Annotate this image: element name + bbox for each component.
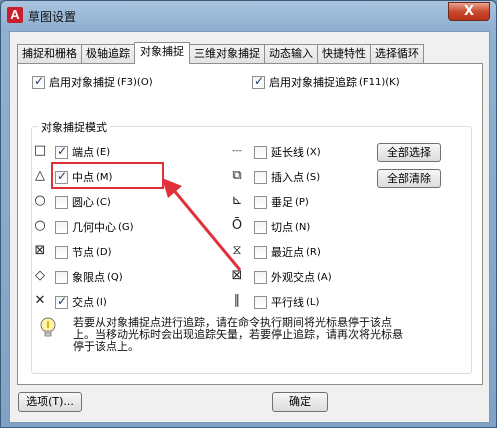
parallel-marker-icon: ∥ — [233, 293, 241, 308]
autocad-logo-icon: A — [7, 7, 23, 23]
lightbulb-icon — [40, 317, 56, 337]
close-button[interactable]: X — [448, 2, 490, 21]
window-title: 草图设置 — [28, 10, 77, 24]
center-label: 圆心 — [72, 196, 94, 209]
tab-strip: 捕捉和栅格 极轴追踪 对象捕捉 三维对象捕捉 动态输入 快捷特性 选择循环 — [17, 42, 424, 64]
dialog-window: A 草图设置 X 捕捉和栅格 极轴追踪 对象捕捉 三维对象捕捉 动态输入 快捷特… — [0, 0, 497, 428]
geometric-center-checkbox[interactable] — [55, 220, 68, 234]
geometric-center-label: 几何中心 — [72, 221, 116, 234]
mode-apparent-intersection[interactable]: 外观交点 (A) — [254, 269, 332, 285]
mode-nearest[interactable]: 最近点 (R) — [254, 244, 321, 260]
enable-osnap-option[interactable]: 启用对象捕捉 (F3)(O) — [32, 74, 153, 90]
nearest-label: 最近点 — [271, 246, 304, 259]
endpoint-checkbox[interactable] — [55, 144, 68, 159]
extension-label: 延长线 — [271, 146, 304, 159]
parallel-checkbox[interactable] — [254, 295, 267, 309]
enable-tracking-shortcut: (F11)(K) — [359, 76, 400, 88]
tangent-label: 切点 — [271, 221, 293, 234]
insertion-key: (S) — [306, 171, 321, 183]
mode-quadrant[interactable]: 象限点 (Q) — [55, 269, 123, 285]
nearest-checkbox[interactable] — [254, 245, 267, 259]
select-all-button[interactable]: 全部选择 — [377, 143, 441, 162]
tab-object-snap[interactable]: 对象捕捉 — [134, 42, 190, 64]
tab-dynamic-input[interactable]: 动态输入 — [264, 44, 318, 63]
clear-all-button[interactable]: 全部清除 — [377, 169, 441, 188]
center-checkbox[interactable] — [55, 195, 68, 209]
enable-tracking-option[interactable]: 启用对象捕捉追踪 (F11)(K) — [252, 74, 400, 90]
midpoint-highlight-box — [51, 162, 164, 189]
enable-osnap-shortcut: (F3)(O) — [117, 76, 153, 88]
tab-snap-grid[interactable]: 捕捉和栅格 — [17, 44, 82, 63]
mode-node[interactable]: 节点 (D) — [55, 244, 112, 260]
midpoint-marker-icon: △ — [35, 168, 45, 183]
mode-extension[interactable]: 延长线 (X) — [254, 144, 321, 160]
insertion-checkbox[interactable] — [254, 170, 267, 184]
apparent-intersection-label: 外观交点 — [271, 271, 315, 284]
quadrant-marker-icon: ◇ — [35, 268, 45, 283]
intersection-marker-icon: ✕ — [34, 293, 46, 308]
intersection-key: (I) — [96, 296, 107, 308]
tangent-checkbox[interactable] — [254, 220, 267, 234]
options-button[interactable]: 选项(T)... — [18, 392, 82, 412]
parallel-key: (L) — [306, 296, 320, 308]
extension-marker-icon: --- — [232, 146, 242, 156]
node-key: (D) — [96, 246, 112, 258]
endpoint-marker-icon: □ — [33, 143, 47, 158]
tangent-key: (N) — [295, 221, 311, 233]
mode-tangent[interactable]: 切点 (N) — [254, 219, 310, 235]
perpendicular-checkbox[interactable] — [254, 195, 267, 209]
perpendicular-label: 垂足 — [271, 196, 293, 209]
enable-osnap-label: 启用对象捕捉 — [49, 76, 115, 89]
quadrant-label: 象限点 — [72, 271, 105, 284]
insertion-label: 插入点 — [271, 171, 304, 184]
dialog-client: 捕捉和栅格 极轴追踪 对象捕捉 三维对象捕捉 动态输入 快捷特性 选择循环 启用… — [9, 31, 490, 423]
intersection-label: 交点 — [72, 296, 94, 309]
enable-tracking-label: 启用对象捕捉追踪 — [269, 76, 357, 89]
tab-polar-tracking[interactable]: 极轴追踪 — [81, 44, 135, 63]
tab-quick-properties[interactable]: 快捷特性 — [317, 44, 371, 63]
apparent-intersection-checkbox[interactable] — [254, 270, 267, 284]
mode-endpoint[interactable]: 端点 (E) — [55, 144, 110, 160]
title-bar: A 草图设置 X — [1, 1, 496, 31]
apparent-intersection-key: (A) — [317, 271, 332, 283]
endpoint-label: 端点 — [72, 146, 94, 159]
intersection-checkbox[interactable] — [55, 294, 68, 309]
node-checkbox[interactable] — [55, 245, 68, 259]
node-label: 节点 — [72, 246, 94, 259]
quadrant-key: (Q) — [107, 271, 123, 283]
mode-insertion[interactable]: 插入点 (S) — [254, 169, 320, 185]
center-key: (C) — [96, 196, 111, 208]
geometric-center-marker-icon: ○ — [34, 218, 46, 233]
mode-perpendicular[interactable]: 垂足 (P) — [254, 194, 309, 210]
mode-parallel[interactable]: 平行线 (L) — [254, 294, 319, 310]
tab-3d-object-snap[interactable]: 三维对象捕捉 — [189, 44, 265, 63]
annotation-arrow-icon — [162, 178, 242, 271]
parallel-label: 平行线 — [271, 296, 304, 309]
enable-tracking-checkbox[interactable] — [252, 74, 265, 89]
mode-geometric-center[interactable]: 几何中心 (G) — [55, 219, 134, 235]
object-snap-panel: 启用对象捕捉 (F3)(O) 启用对象捕捉追踪 (F11)(K) 对象捕捉模式 … — [17, 63, 483, 385]
extension-checkbox[interactable] — [254, 145, 267, 159]
endpoint-key: (E) — [96, 146, 111, 158]
nearest-key: (R) — [306, 246, 321, 258]
extension-key: (X) — [306, 146, 321, 158]
ok-button[interactable]: 确定 — [272, 392, 328, 412]
mode-intersection[interactable]: 交点 (I) — [55, 294, 107, 310]
geometric-center-key: (G) — [118, 221, 134, 233]
snap-modes-group-title: 对象捕捉模式 — [38, 119, 110, 135]
quadrant-checkbox[interactable] — [55, 270, 68, 284]
perpendicular-key: (P) — [295, 196, 309, 208]
tracking-hint-text: 若要从对象捕捉点进行追踪，请在命令执行期间将光标悬停于该点上。当移动光标时会出现… — [73, 316, 403, 353]
center-marker-icon: ○ — [34, 193, 46, 208]
enable-osnap-checkbox[interactable] — [32, 74, 45, 89]
node-marker-icon: ⊠ — [34, 243, 46, 258]
tab-selection-cycling[interactable]: 选择循环 — [370, 44, 424, 63]
mode-center[interactable]: 圆心 (C) — [55, 194, 111, 210]
